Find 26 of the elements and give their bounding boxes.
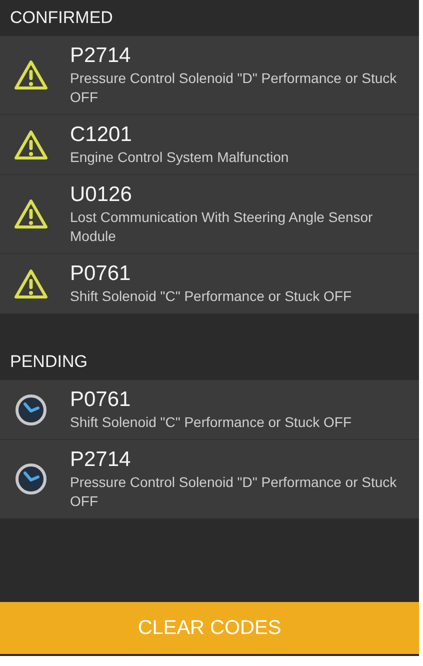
- code-row[interactable]: U0126 Lost Communication With Steering Angle Sensor Module: [0, 175, 419, 254]
- code-title: P2714: [70, 43, 132, 69]
- code-row[interactable]: P0761 Shift Solenoid "C" Performance or Stuck OFF: [0, 380, 419, 440]
- code-title: C1201: [70, 122, 133, 148]
- code-row[interactable]: P2714 Pressure Control Solenoid "D" Performance or Stuck OFF: [0, 440, 419, 519]
- code-description: Lost Communication With Steering Angle Sensor Module: [70, 208, 374, 246]
- code-title: P2714: [70, 447, 132, 473]
- code-title: P0761: [70, 261, 132, 287]
- section-title: PENDING: [10, 351, 88, 374]
- section-title: CONFIRMED: [10, 7, 113, 30]
- code-description: Shift Solenoid "C" Performance or Stuck OFF: [70, 413, 352, 432]
- warning-icon: [14, 199, 48, 229]
- code-description: Engine Control System Malfunction: [70, 148, 289, 167]
- clock-icon: [14, 462, 48, 496]
- clock-icon: [14, 392, 48, 426]
- code-description: Pressure Control Solenoid "D" Performance or Stuck OFF: [70, 69, 398, 107]
- code-row[interactable]: P2714 Pressure Control Solenoid "D" Performance or Stuck OFF: [0, 36, 419, 115]
- warning-icon: [14, 268, 48, 298]
- code-row[interactable]: C1201 Engine Control System Malfunction: [0, 115, 419, 175]
- code-title: P0761: [70, 387, 132, 413]
- code-row[interactable]: P0761 Shift Solenoid "C" Performance or Stuck OFF: [0, 254, 419, 314]
- code-description: Pressure Control Solenoid "D" Performance or Stuck OFF: [70, 473, 398, 511]
- warning-icon: [14, 130, 48, 160]
- code-description: Shift Solenoid "C" Performance or Stuck OFF: [70, 287, 352, 306]
- code-title: U0126: [70, 182, 133, 208]
- warning-icon: [14, 60, 48, 90]
